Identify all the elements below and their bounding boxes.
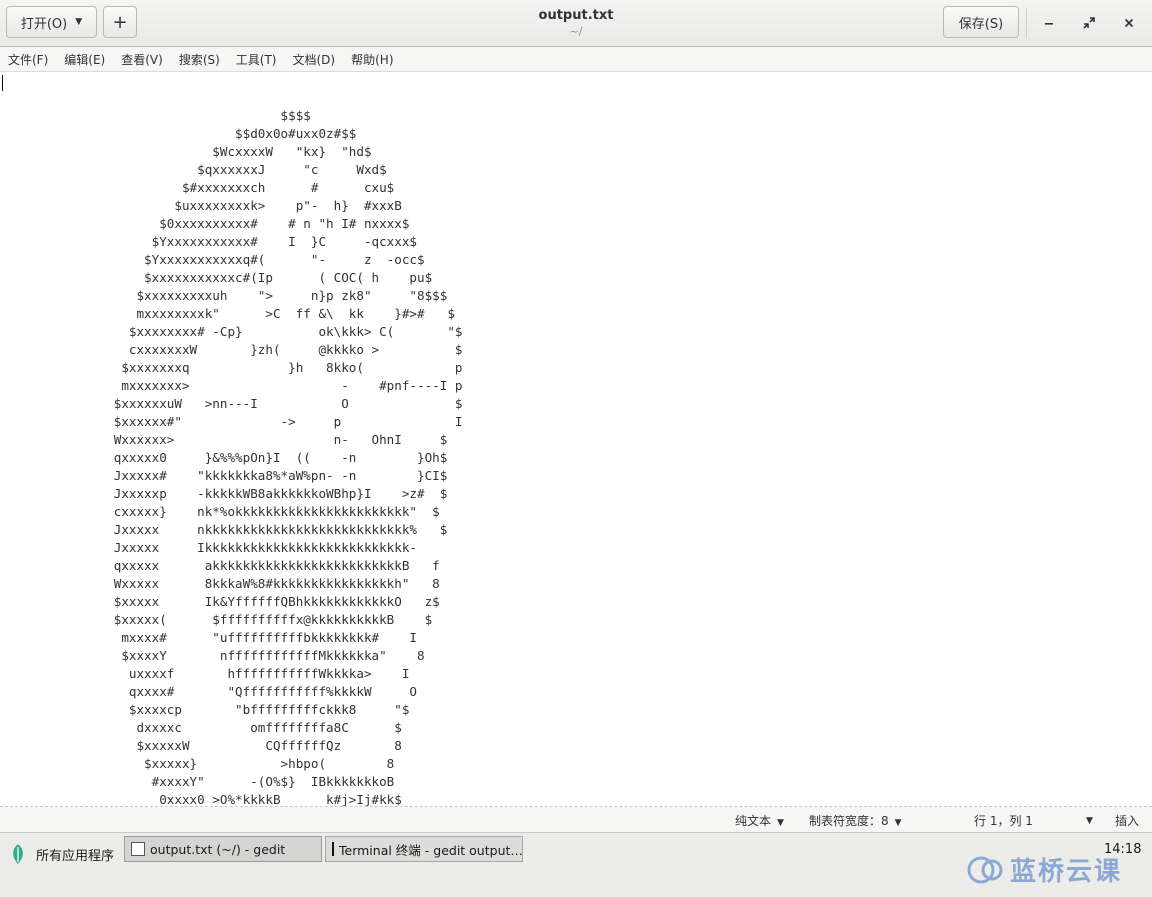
menu-documents[interactable]: 文档(D) xyxy=(293,51,336,68)
chevron-down-icon: ▼ xyxy=(894,818,902,828)
chevron-down-icon: ▼ xyxy=(777,818,784,828)
menu-help[interactable]: 帮助(H) xyxy=(351,51,393,68)
applications-menu[interactable]: 所有应用程序 xyxy=(8,839,114,869)
menu-bar: 文件(F) 编辑(E) 查看(V) 搜索(S) 工具(T) 文档(D) 帮助(H… xyxy=(0,47,1152,72)
menu-search[interactable]: 搜索(S) xyxy=(179,51,220,68)
menu-tools[interactable]: 工具(T) xyxy=(236,51,277,68)
menu-file[interactable]: 文件(F) xyxy=(8,51,48,68)
text-editor[interactable]: $$$$ $$d0x0o#uxx0z#$$ $WcxxxxW "kx} "hd$… xyxy=(0,72,1152,806)
applications-label: 所有应用程序 xyxy=(36,848,115,864)
insert-mode-indicator: 插入 xyxy=(1115,814,1140,828)
header-separator xyxy=(1026,8,1027,38)
close-button[interactable] xyxy=(1118,12,1140,34)
syntax-selector[interactable]: 纯文本 ▼ xyxy=(735,812,784,829)
save-button[interactable]: 保存(S) xyxy=(943,6,1019,38)
editor-content[interactable]: $$$$ $$d0x0o#uxx0z#$$ $WcxxxxW "kx} "hd$… xyxy=(0,107,463,806)
restore-icon xyxy=(1083,17,1095,29)
watermark-text: 蓝桥云课 xyxy=(1010,857,1123,887)
taskbar: 所有应用程序 output.txt (~/) - gedit Terminal … xyxy=(0,832,1152,897)
header-bar: 打开(O) ▼ + output.txt ~/ 保存(S) xyxy=(0,0,1152,47)
leaf-logo-icon xyxy=(13,844,23,864)
tab-width-label: 制表符宽度：8 xyxy=(809,814,889,828)
watermark-logo: 蓝桥云课 xyxy=(966,851,1122,888)
tab-width-selector[interactable]: 制表符宽度：8 ▼ xyxy=(809,812,902,829)
minimize-icon xyxy=(1045,23,1053,25)
restore-button[interactable] xyxy=(1078,12,1100,34)
taskbar-item-label: Terminal 终端 - gedit output… xyxy=(339,842,523,858)
menu-view[interactable]: 查看(V) xyxy=(121,51,163,68)
menu-edit[interactable]: 编辑(E) xyxy=(64,51,105,68)
status-bar: 纯文本 ▼ 制表符宽度：8 ▼ 行 1，列 1 ▼ 插入 xyxy=(0,807,1152,832)
text-cursor xyxy=(2,75,3,91)
terminal-icon xyxy=(332,842,334,856)
text-editor-icon xyxy=(131,842,145,856)
position-dropdown[interactable]: ▼ xyxy=(1080,812,1093,826)
taskbar-item-gedit[interactable]: output.txt (~/) - gedit xyxy=(124,836,322,862)
syntax-label: 纯文本 xyxy=(735,814,772,828)
close-icon xyxy=(1124,18,1134,28)
cloud-logo-icon xyxy=(967,856,1003,883)
taskbar-item-terminal[interactable]: Terminal 终端 - gedit output… xyxy=(325,836,523,862)
minimize-button[interactable] xyxy=(1038,12,1060,34)
cursor-position-label: 行 1，列 1 xyxy=(974,814,1033,828)
chevron-down-icon: ▼ xyxy=(1086,816,1093,826)
taskbar-item-label: output.txt (~/) - gedit xyxy=(150,841,286,857)
cursor-position[interactable]: 行 1，列 1 xyxy=(974,812,1033,829)
